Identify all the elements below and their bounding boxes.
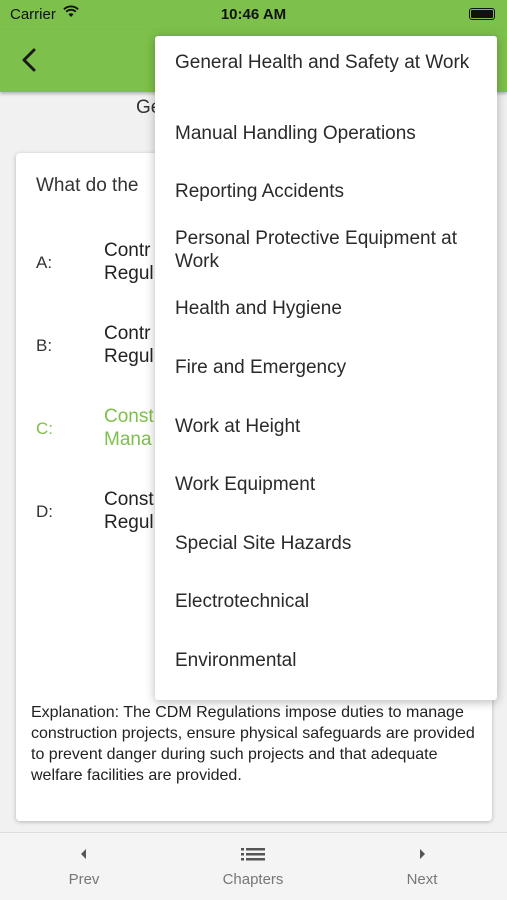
question-text: What do the (36, 175, 139, 196)
caret-left-icon (29, 843, 139, 865)
back-button[interactable] (12, 42, 48, 78)
explanation-text: Explanation: The CDM Regulations impose … (31, 704, 475, 784)
chapter-menu: General Health and Safety at Work Manual… (155, 36, 497, 700)
chapters-button[interactable]: Chapters (198, 843, 308, 888)
menu-item-reporting-accidents[interactable]: Reporting Accidents (175, 180, 475, 203)
next-label: Next (406, 871, 438, 888)
answer-letter: C: (36, 419, 53, 438)
next-button[interactable]: Next (367, 843, 477, 888)
status-bar: Carrier 10:46 AM (0, 0, 507, 30)
answer-letter: D: (36, 502, 53, 521)
chapters-label: Chapters (222, 871, 284, 888)
menu-item-work-at-height[interactable]: Work at Height (175, 415, 475, 438)
battery-icon (469, 8, 495, 20)
bottom-nav: Prev Chapters Next (0, 832, 507, 900)
answer-letter: B: (36, 336, 53, 355)
menu-item-electrotechnical[interactable]: Electrotechnical (175, 590, 475, 613)
menu-item-environmental[interactable]: Environmental (175, 649, 475, 672)
status-time: 10:46 AM (220, 6, 287, 23)
prev-label: Prev (68, 871, 100, 888)
menu-item-general-health-safety[interactable]: General Health and Safety at Work (175, 51, 475, 74)
answer-letter: A: (36, 253, 53, 272)
menu-item-work-equipment[interactable]: Work Equipment (175, 473, 475, 496)
list-icon (198, 843, 308, 865)
menu-item-manual-handling[interactable]: Manual Handling Operations (175, 122, 475, 145)
menu-item-health-hygiene[interactable]: Health and Hygiene (175, 297, 475, 320)
menu-item-fire-emergency[interactable]: Fire and Emergency (175, 356, 475, 379)
menu-item-ppe[interactable]: Personal Protective Equipment at Work (175, 227, 475, 273)
prev-button[interactable]: Prev (29, 843, 139, 888)
caret-right-icon (367, 843, 477, 865)
menu-item-special-site-hazards[interactable]: Special Site Hazards (175, 532, 475, 555)
chevron-left-icon (22, 48, 36, 72)
